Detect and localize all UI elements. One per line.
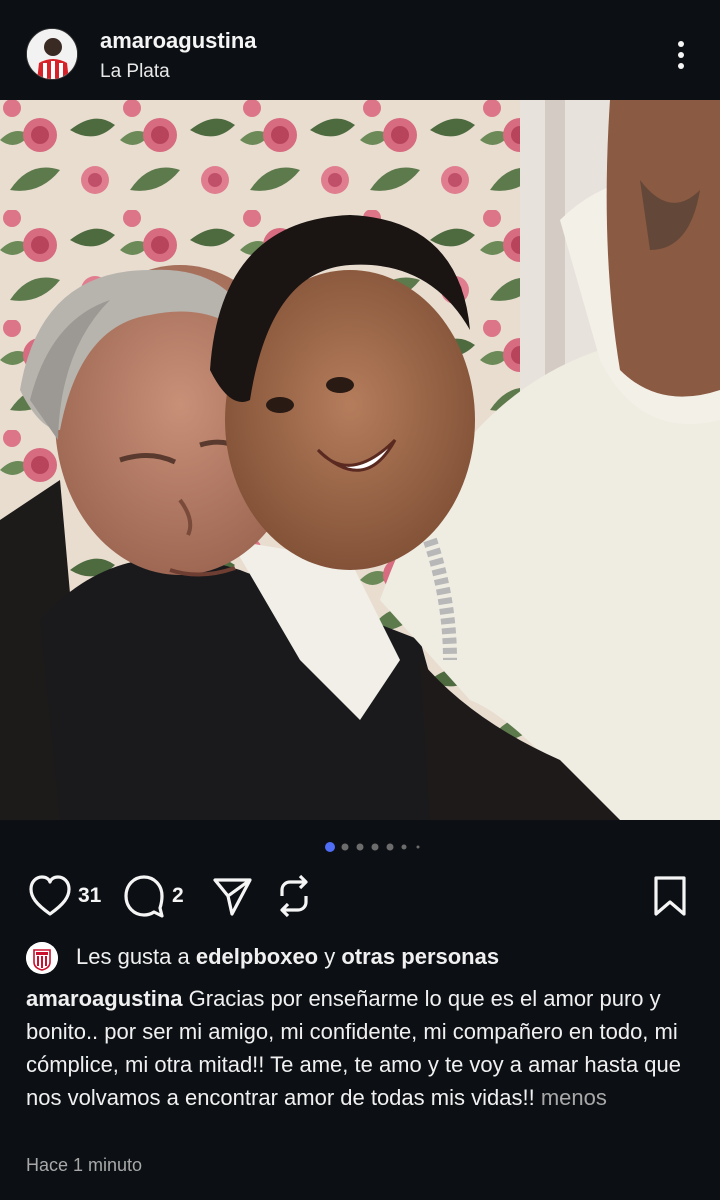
- post-username[interactable]: amaroagustina: [100, 28, 257, 54]
- post-photo[interactable]: [0, 100, 720, 820]
- comment-button[interactable]: [122, 870, 166, 927]
- more-options-button[interactable]: [664, 36, 698, 74]
- heart-icon: [29, 875, 71, 916]
- comment-icon: [124, 875, 164, 918]
- post-timestamp: Hace 1 minuto: [26, 1155, 143, 1175]
- share-icon: [213, 878, 252, 916]
- club-badge-icon: [26, 942, 58, 974]
- likes-text: Les gusta a edelpboxeo y otras personas: [76, 944, 499, 970]
- like-count[interactable]: 31: [78, 884, 101, 908]
- carousel-dot: [401, 844, 407, 850]
- save-button[interactable]: [650, 870, 690, 927]
- share-button[interactable]: [210, 870, 254, 927]
- post-caption: amaroagustina Gracias por enseñarme lo q…: [26, 982, 698, 1114]
- carousel-dot: [386, 843, 394, 851]
- comment-count[interactable]: 2: [172, 884, 184, 908]
- carousel-indicator: [0, 840, 720, 852]
- likes-prefix: Les gusta a: [76, 944, 196, 969]
- caption-username[interactable]: amaroagustina: [26, 986, 183, 1011]
- repost-icon: [280, 874, 308, 918]
- post-location[interactable]: La Plata: [100, 61, 170, 83]
- carousel-dot: [356, 843, 364, 851]
- action-bar: 31 2: [0, 870, 720, 922]
- repost-button[interactable]: [272, 870, 316, 927]
- carousel-dot: [371, 843, 379, 851]
- liker-account-link[interactable]: edelpboxeo: [196, 944, 318, 969]
- likes-connector: y: [318, 944, 342, 969]
- profile-avatar[interactable]: [26, 28, 78, 80]
- likes-others-link[interactable]: otras personas: [341, 944, 499, 969]
- carousel-dot: [416, 845, 420, 849]
- caption-less-button[interactable]: menos: [541, 1085, 607, 1110]
- like-button[interactable]: [28, 870, 72, 927]
- bookmark-icon: [654, 876, 686, 916]
- carousel-dot: [341, 843, 349, 851]
- more-vertical-icon: [678, 41, 684, 69]
- likes-summary[interactable]: Les gusta a edelpboxeo y otras personas: [26, 940, 706, 974]
- post-header: amaroagustina La Plata: [0, 0, 720, 100]
- carousel-dot-active: [325, 842, 335, 852]
- post-image: [0, 100, 720, 820]
